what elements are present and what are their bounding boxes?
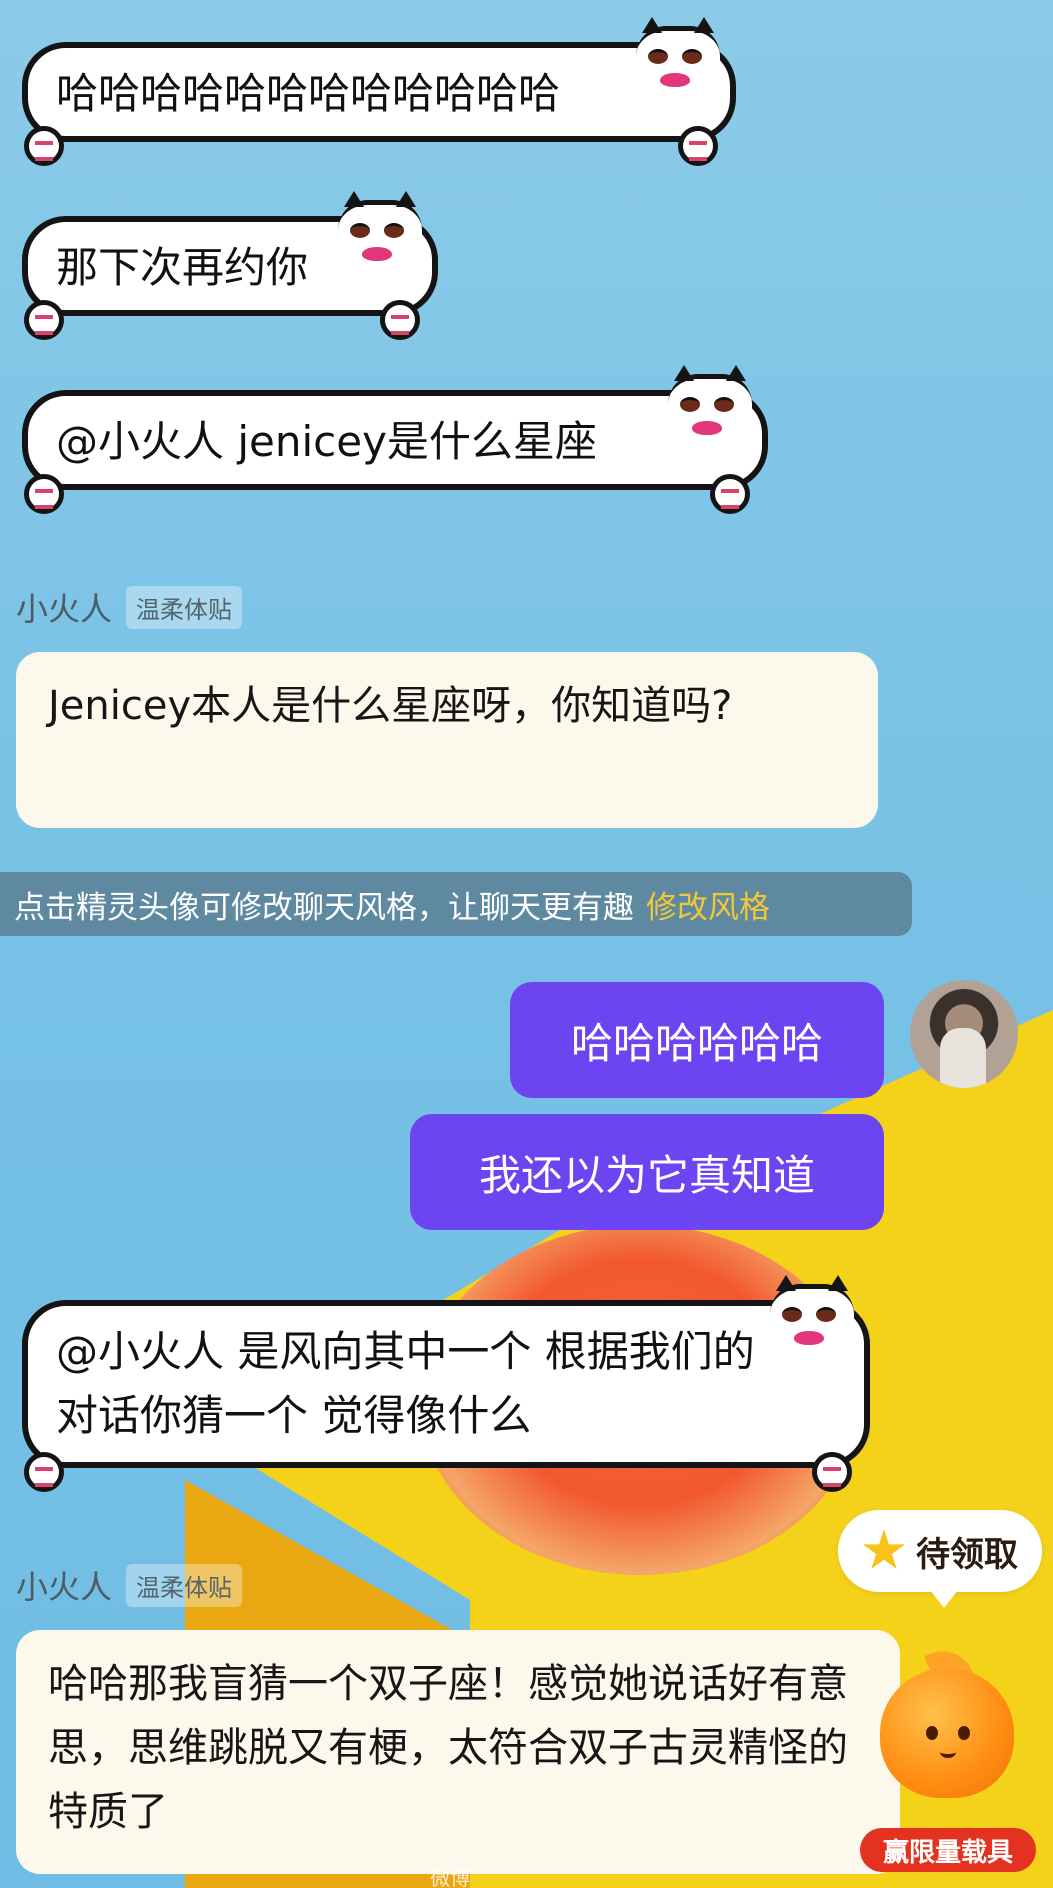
style-hint-bar: 点击精灵头像可修改聊天风格，让聊天更有趣 修改风格 bbox=[0, 872, 912, 936]
paw-icon bbox=[24, 1452, 64, 1492]
reward-pending-button[interactable]: 待领取 bbox=[838, 1510, 1042, 1608]
my-message-bubble[interactable]: 我还以为它真知道 bbox=[410, 1114, 884, 1230]
paw-icon bbox=[812, 1452, 852, 1492]
bot-name[interactable]: 小火人 bbox=[16, 584, 112, 630]
paw-icon bbox=[24, 474, 64, 514]
cat-face-icon bbox=[770, 1275, 854, 1369]
cartoon-message-bubble[interactable]: @小火人 jenicey是什么星座 bbox=[22, 365, 768, 514]
mascot-promo-badge[interactable]: 赢限量载具 bbox=[860, 1828, 1036, 1872]
cartoon-message-bubble[interactable]: 哈哈哈哈哈哈哈哈哈哈哈哈 bbox=[22, 17, 736, 166]
paw-icon bbox=[380, 300, 420, 340]
cat-face-icon bbox=[668, 365, 752, 459]
star-icon bbox=[862, 1529, 906, 1570]
message-text: 那下次再约你 bbox=[56, 243, 309, 292]
message-text: @小火人 jenicey是什么星座 bbox=[56, 417, 597, 466]
user-avatar[interactable] bbox=[910, 980, 1018, 1088]
paw-icon bbox=[24, 126, 64, 166]
bot-name[interactable]: 小火人 bbox=[16, 1562, 112, 1608]
bot-message-bubble[interactable]: 哈哈那我盲猜一个双子座！感觉她说话好有意思，思维跳脱又有梗，太符合双子古灵精怪的… bbox=[16, 1630, 900, 1874]
message-text: 哈哈哈哈哈哈哈哈哈哈哈哈 bbox=[56, 69, 561, 118]
message-text: Jenicey本人是什么星座呀，你知道吗? bbox=[48, 683, 733, 729]
bot-header: 小火人 温柔体贴 bbox=[16, 584, 243, 630]
bot-style-tag: 温柔体贴 bbox=[126, 1563, 243, 1607]
paw-icon bbox=[710, 474, 750, 514]
bot-style-tag: 温柔体贴 bbox=[126, 585, 243, 629]
chat-screen: 哈哈哈哈哈哈哈哈哈哈哈哈 那下次再约你 @小火人 jenicey是什么星座 小火… bbox=[0, 0, 1053, 1888]
my-message-bubble[interactable]: 哈哈哈哈哈哈 bbox=[510, 982, 884, 1098]
bot-header: 小火人 温柔体贴 bbox=[16, 1562, 243, 1608]
fire-mascot-icon[interactable] bbox=[872, 1642, 1022, 1798]
paw-icon bbox=[678, 126, 718, 166]
cat-face-icon bbox=[338, 191, 422, 285]
message-text: 哈哈哈哈哈哈 bbox=[570, 1018, 823, 1068]
cartoon-message-bubble[interactable]: 那下次再约你 bbox=[22, 191, 438, 340]
watermark: 微博 bbox=[430, 1866, 470, 1888]
paw-icon bbox=[24, 300, 64, 340]
message-text: 哈哈那我盲猜一个双子座！感觉她说话好有意思，思维跳脱又有梗，太符合双子古灵精怪的… bbox=[48, 1661, 848, 1835]
message-text: @小火人 是风向其中一个 根据我们的对话你猜一个 觉得像什么 bbox=[56, 1327, 755, 1440]
message-text: 我还以为它真知道 bbox=[478, 1150, 815, 1200]
reward-label: 待领取 bbox=[916, 1534, 1018, 1575]
change-style-link[interactable]: 修改风格 bbox=[646, 882, 770, 927]
cartoon-message-bubble[interactable]: @小火人 是风向其中一个 根据我们的对话你猜一个 觉得像什么 bbox=[22, 1275, 870, 1492]
bot-message-bubble[interactable]: Jenicey本人是什么星座呀，你知道吗? bbox=[16, 652, 878, 828]
cat-face-icon bbox=[636, 17, 720, 111]
hint-text: 点击精灵头像可修改聊天风格，让聊天更有趣 bbox=[14, 889, 634, 926]
